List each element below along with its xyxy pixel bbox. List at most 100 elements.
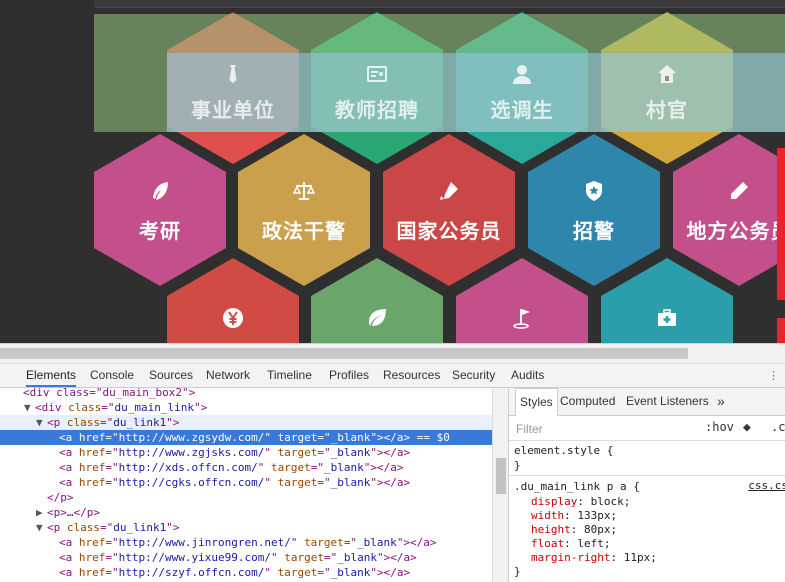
class-toggle[interactable]: .c — [771, 420, 785, 434]
filter-input[interactable] — [514, 419, 668, 439]
hex-link-4[interactable]: 地方公务员 — [673, 134, 785, 286]
tab-elements[interactable]: Elements — [26, 364, 76, 387]
stylesheet-link[interactable]: css.cs — [748, 479, 785, 492]
css-value[interactable]: 80px; — [584, 523, 617, 536]
hex-link-1[interactable]: 政法干警 — [238, 134, 370, 286]
dom-node[interactable]: <a href="http://cgks.offcn.com/" target=… — [0, 475, 492, 490]
sidebar-tab-event-listeners[interactable]: Event Listeners — [626, 388, 709, 415]
css-value[interactable]: 133px; — [577, 509, 617, 522]
hex-content: 地方公务员 — [673, 134, 785, 286]
horizontal-scrollbar[interactable] — [0, 344, 785, 364]
flag-icon — [508, 304, 536, 332]
new-rule-icon[interactable]: ◆ — [743, 420, 751, 435]
dom-node[interactable]: <a href="http://xds.offcn.com/" target="… — [0, 460, 492, 475]
dom-node[interactable]: <div class="du_main_box2"> — [0, 388, 492, 400]
tab-sources[interactable]: Sources — [149, 364, 193, 387]
dom-node[interactable]: ▼<div class="du_main_link"> — [0, 400, 492, 415]
hex-link-3[interactable]: 招警 — [528, 134, 660, 286]
dom-token: http://www.zgjsks.com/ — [119, 446, 265, 459]
css-property[interactable]: margin-right — [531, 551, 610, 564]
side-banner[interactable] — [777, 148, 785, 300]
css-declaration[interactable]: float: left; — [531, 536, 611, 551]
kebab-menu-icon[interactable]: ⋮ — [768, 369, 779, 382]
dom-token: http://cgks.offcn.com/ — [119, 476, 265, 489]
tab-security[interactable]: Security — [452, 364, 495, 387]
dom-token: </p> — [74, 506, 101, 519]
more-tabs-icon[interactable]: » — [717, 388, 725, 415]
side-banner-bottom[interactable] — [777, 318, 785, 343]
tab-audits[interactable]: Audits — [511, 364, 544, 387]
dom-token: du_main_link — [115, 401, 194, 414]
css-declaration[interactable]: width: 133px; — [531, 508, 617, 523]
css-declaration[interactable]: display: block; — [531, 494, 630, 509]
scrollbar-thumb[interactable] — [496, 458, 506, 494]
dom-token: target — [304, 536, 344, 549]
dom-node[interactable]: ▶<p>…</p> — [0, 505, 492, 520]
dom-node[interactable]: ▼<p class="du_link1"> — [0, 520, 492, 535]
dom-token: " — [264, 476, 277, 489]
hover-state-toggle[interactable]: :hov — [705, 420, 734, 434]
dom-token: <a — [59, 566, 79, 579]
dom-node[interactable]: <a href="http://www.jinrongren.net/" tar… — [0, 535, 492, 550]
dom-token: "></a> — [377, 551, 417, 564]
tab-console[interactable]: Console — [90, 364, 134, 387]
dom-token: "> — [194, 401, 207, 414]
dom-token: "></a> — [364, 461, 404, 474]
css-property[interactable]: width — [531, 509, 564, 522]
css-value[interactable]: left; — [577, 537, 610, 550]
collapse-triangle-icon[interactable]: ▼ — [24, 400, 35, 415]
css-property[interactable]: float — [531, 537, 564, 550]
dom-node[interactable]: ▼<p class="du_link1"> — [0, 415, 492, 430]
dom-token: " — [271, 551, 284, 564]
css-declaration[interactable]: margin-right: 11px; — [531, 550, 657, 565]
tab-timeline[interactable]: Timeline — [267, 364, 312, 387]
dom-token: … — [67, 506, 74, 519]
pen-icon — [435, 177, 463, 205]
dom-token: </p> — [47, 491, 74, 504]
css-value[interactable]: 11px; — [624, 551, 657, 564]
dom-node[interactable]: <a href="http://www.zgjsks.com/" target=… — [0, 445, 492, 460]
dom-token: du_link1 — [113, 416, 166, 429]
css-value[interactable]: block; — [591, 495, 631, 508]
scrollbar-thumb[interactable] — [0, 348, 688, 359]
css-property[interactable]: display — [531, 495, 577, 508]
elements-scrollbar[interactable] — [492, 388, 509, 582]
dom-node[interactable]: <a href="http://www.zgsydw.com/" target=… — [0, 430, 492, 445]
collapse-triangle-icon[interactable]: ▼ — [36, 520, 47, 535]
tab-network[interactable]: Network — [206, 364, 250, 387]
certificate-icon — [365, 62, 389, 86]
hex-label: 教师招聘 — [335, 94, 419, 123]
dom-node[interactable]: </p> — [0, 490, 492, 505]
css-property[interactable]: height — [531, 523, 571, 536]
rule-close: } — [514, 564, 521, 579]
dom-token: =" — [105, 536, 118, 549]
css-declaration[interactable]: height: 80px; — [531, 522, 617, 537]
dom-token: href — [79, 431, 106, 444]
hex-link-0[interactable]: 考研 — [94, 134, 226, 286]
tab-resources[interactable]: Resources — [383, 364, 440, 387]
dom-token: "> — [166, 416, 179, 429]
tie-icon — [221, 62, 245, 86]
dom-token: class — [68, 401, 101, 414]
dom-token: http://xds.offcn.com/ — [119, 461, 258, 474]
dom-node[interactable]: <a href="http://szyf.offcn.com/" target=… — [0, 565, 492, 580]
dom-node[interactable]: <a href="http://www.yixue99.com/" target… — [0, 550, 492, 565]
rule-close: } — [514, 458, 521, 473]
hex-link-2[interactable]: 国家公务员 — [383, 134, 515, 286]
dom-token: =" — [324, 551, 337, 564]
dom-token: du_link1 — [113, 521, 166, 534]
dom-token: =" — [317, 476, 330, 489]
hex-content: 考研 — [94, 134, 226, 286]
collapse-triangle-icon[interactable]: ▼ — [36, 415, 47, 430]
sidebar-tab-styles[interactable]: Styles — [515, 388, 558, 416]
sidebar-tab-computed[interactable]: Computed — [560, 388, 615, 415]
dom-token: " — [264, 566, 277, 579]
dom-token: _blank — [324, 461, 364, 474]
hex-content: 国家公务员 — [383, 134, 515, 286]
feather-icon — [146, 177, 174, 205]
tab-profiles[interactable]: Profiles — [329, 364, 369, 387]
dom-token: http://www.yixue99.com/ — [119, 551, 271, 564]
hex-label: 政法干警 — [262, 215, 346, 244]
dom-token: =" — [344, 536, 357, 549]
expand-triangle-icon[interactable]: ▶ — [36, 505, 47, 520]
